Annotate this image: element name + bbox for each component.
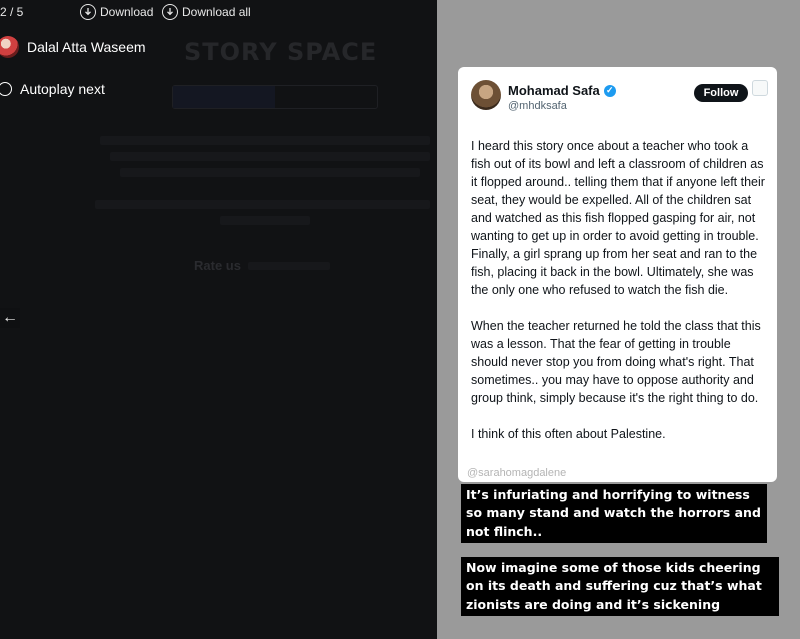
background-text-line [220, 216, 310, 225]
tweet-text: I heard this story once about a teacher … [471, 137, 767, 461]
story-user[interactable]: Dalal Atta Waseem [0, 36, 146, 58]
autoplay-label: Autoplay next [20, 81, 105, 97]
autoplay-toggle[interactable]: Autoplay next [0, 81, 105, 97]
background-text-line [120, 168, 420, 177]
viewer-toolbar: 2 / 5 Download Download all [0, 0, 437, 24]
tweet-paragraph: When the teacher returned he told the cl… [471, 319, 761, 405]
background-rate-stars [248, 262, 330, 270]
background-tab [275, 86, 377, 108]
more-icon[interactable] [752, 80, 768, 96]
download-all-label: Download all [182, 5, 251, 19]
follow-button[interactable]: Follow [694, 84, 748, 102]
background-text-line [100, 136, 430, 145]
tweet-avatar [471, 80, 501, 110]
mention-tag: @sarahomagdalene [467, 467, 567, 479]
story-content: Mohamad Safa ✓ @mhdksafa Follow I heard … [437, 30, 800, 639]
download-icon [80, 4, 96, 20]
background-tab [173, 86, 275, 108]
username: Dalal Atta Waseem [27, 39, 146, 55]
verified-badge-icon: ✓ [603, 84, 616, 97]
background-title: STORY SPACE [184, 38, 378, 66]
download-button[interactable]: Download [80, 3, 153, 21]
arrow-left-icon: ← [2, 309, 18, 326]
background-text-line [110, 152, 430, 161]
radio-icon [0, 82, 12, 96]
download-all-button[interactable]: Download all [162, 3, 251, 21]
story-counter: 2 / 5 [0, 5, 24, 19]
background-text-line [95, 200, 430, 209]
tweet-card: Mohamad Safa ✓ @mhdksafa Follow I heard … [458, 67, 777, 482]
tweet-paragraph: I think of this often about Palestine. [471, 427, 666, 441]
story-top-strip [437, 0, 800, 30]
tweet-author-name: Mohamad Safa [508, 83, 600, 98]
story-panel: Mohamad Safa ✓ @mhdksafa Follow I heard … [437, 0, 800, 639]
avatar [0, 36, 19, 58]
tweet-paragraph: I heard this story once about a teacher … [471, 139, 765, 297]
tweet-author: Mohamad Safa ✓ [508, 83, 616, 98]
tweet-handle: @mhdksafa [508, 100, 567, 112]
story-caption: Now imagine some of those kids cheering … [461, 557, 779, 616]
previous-story-button[interactable]: ← [0, 308, 20, 328]
background-rate-label: Rate us [194, 258, 241, 273]
background-tabs [172, 85, 378, 109]
story-caption: It’s infuriating and horrifying to witne… [461, 484, 767, 543]
download-icon [162, 4, 178, 20]
download-label: Download [100, 5, 154, 19]
